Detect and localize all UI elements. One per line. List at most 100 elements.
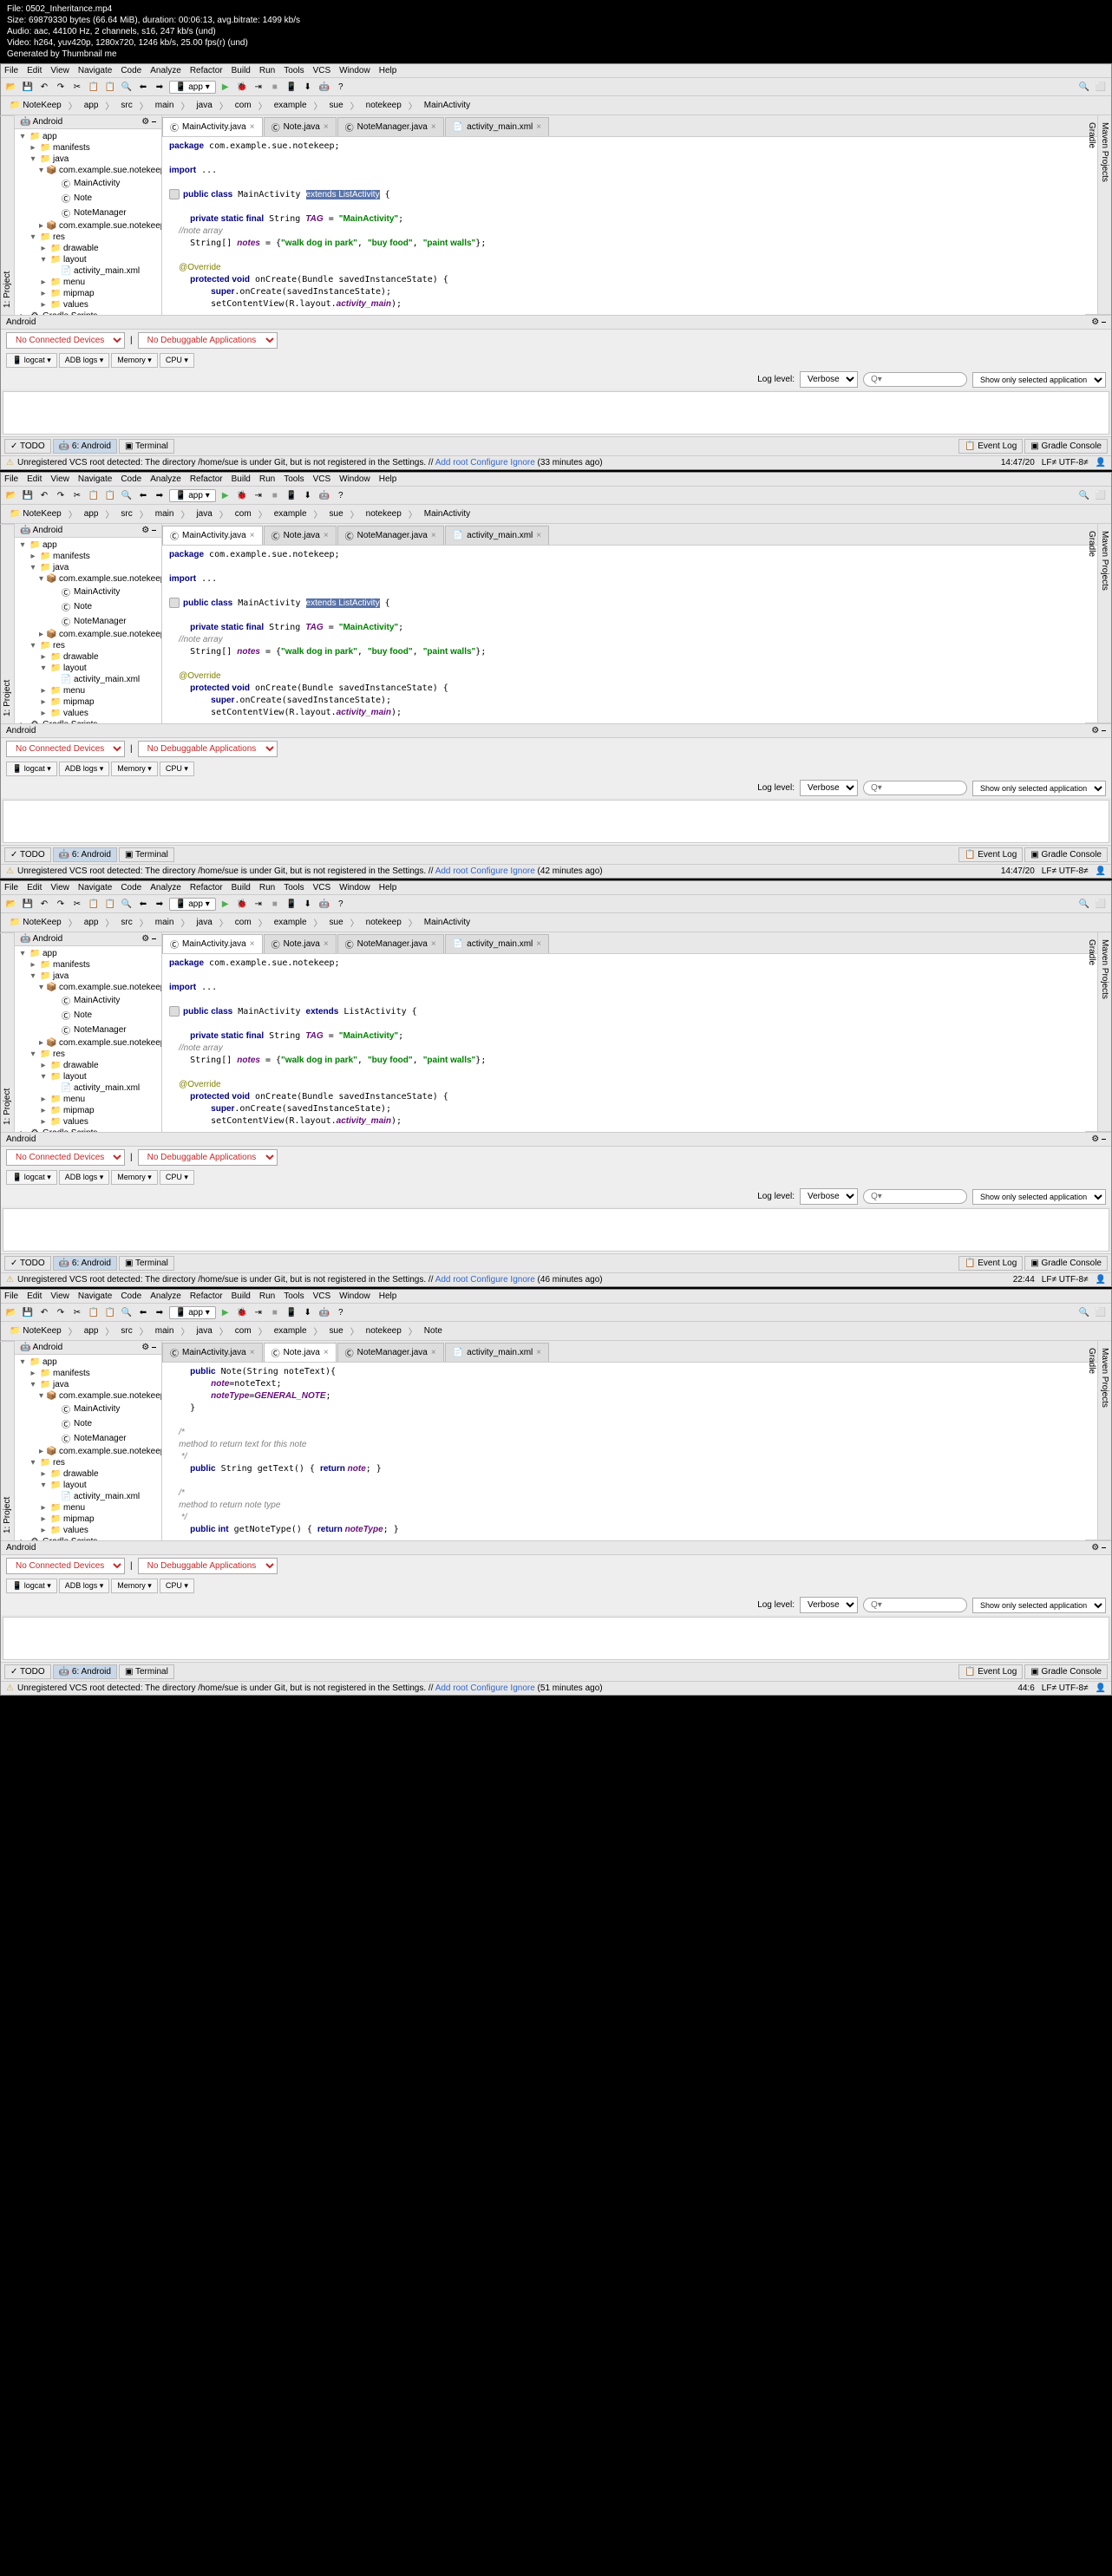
- tree-arrow-icon[interactable]: ▾: [29, 971, 37, 981]
- event-log-tab[interactable]: 📋 Event Log: [958, 1664, 1023, 1679]
- stop-icon[interactable]: ■: [268, 488, 282, 502]
- gear-icon[interactable]: ⚙ ⎯: [141, 117, 156, 127]
- tree-arrow-icon[interactable]: ▸: [39, 300, 48, 310]
- toolbar-icon[interactable]: ↷: [54, 1305, 68, 1319]
- tree-arrow-icon[interactable]: ▾: [29, 563, 37, 572]
- sdk-icon[interactable]: ⬇: [301, 897, 315, 911]
- toolbar-icon[interactable]: 📂: [4, 1305, 18, 1319]
- tree-item[interactable]: ▸ 📁 manifests: [16, 551, 160, 562]
- tree-item[interactable]: ▸ 📁 drawable: [16, 1468, 160, 1480]
- terminal-tab[interactable]: ▣ Terminal: [119, 847, 174, 862]
- close-icon[interactable]: ×: [324, 531, 329, 540]
- tree-item[interactable]: ▾ 📁 layout: [16, 663, 160, 674]
- breadcrumb-item[interactable]: 📁 NoteKeep: [6, 917, 65, 928]
- log-scope-select[interactable]: Show only selected application: [972, 1598, 1106, 1613]
- tree-arrow-icon[interactable]: ▾: [18, 132, 27, 141]
- menu-item[interactable]: Code: [121, 474, 141, 484]
- inspector-icon[interactable]: 👤: [1096, 458, 1106, 467]
- help-icon[interactable]: ?: [334, 897, 348, 911]
- help-icon[interactable]: ?: [334, 488, 348, 502]
- adb-tab[interactable]: ADB logs ▾: [59, 353, 110, 368]
- breadcrumb-item[interactable]: src: [117, 508, 135, 520]
- tool-window-tab[interactable]: Maven Projects: [1098, 932, 1111, 1132]
- tree-arrow-icon[interactable]: ▾: [29, 1049, 37, 1059]
- menu-item[interactable]: View: [50, 66, 69, 75]
- adb-tab[interactable]: 📱 logcat ▾: [6, 762, 57, 776]
- gradle-console-tab[interactable]: ▣ Gradle Console: [1024, 847, 1108, 862]
- toolbar-icon[interactable]: 🔍: [120, 80, 134, 94]
- editor-tab[interactable]: Ⓒ NoteManager.java ×: [337, 526, 444, 545]
- gear-icon[interactable]: ⚙ ⎯: [141, 934, 156, 944]
- close-icon[interactable]: ×: [431, 939, 436, 949]
- run-config-select[interactable]: 📱 app ▾: [169, 898, 216, 911]
- inspector-icon[interactable]: 👤: [1096, 1275, 1106, 1285]
- tool-window-tab[interactable]: 7: Structure: [0, 115, 1, 315]
- menu-item[interactable]: Help: [379, 66, 397, 75]
- tree-arrow-icon[interactable]: ▸: [39, 221, 43, 231]
- menu-item[interactable]: VCS: [313, 883, 331, 892]
- editor-tab[interactable]: Ⓒ MainActivity.java ×: [162, 1343, 263, 1362]
- tree-arrow-icon[interactable]: ▾: [39, 1391, 43, 1401]
- log-level-select[interactable]: Verbose: [800, 1597, 858, 1613]
- tree-item[interactable]: ▸ 📦 com.example.sue.notekeep (androidTes…: [16, 629, 160, 640]
- stop-icon[interactable]: ■: [268, 897, 282, 911]
- breadcrumb-item[interactable]: src: [117, 917, 135, 928]
- todo-tab[interactable]: ✓ TODO: [4, 847, 51, 862]
- override-gutter-icon[interactable]: [169, 598, 180, 608]
- tree-arrow-icon[interactable]: ▾: [39, 1481, 48, 1490]
- run-icon[interactable]: ▶: [219, 488, 232, 502]
- gear-icon[interactable]: ⚙ ⎯: [1091, 317, 1106, 327]
- menu-item[interactable]: Build: [232, 883, 251, 892]
- menu-item[interactable]: Help: [379, 1291, 397, 1301]
- gear-icon[interactable]: ⚙ ⎯: [141, 526, 156, 535]
- tree-item[interactable]: Ⓒ NoteManager: [16, 1431, 160, 1446]
- adb-tab[interactable]: Memory ▾: [111, 1170, 158, 1185]
- global-icon[interactable]: ⬜: [1094, 1305, 1108, 1319]
- tool-window-tab[interactable]: Gradle: [1085, 932, 1098, 1132]
- status-links[interactable]: Add root Configure Ignore: [435, 458, 535, 467]
- code-editor[interactable]: package com.example.sue.notekeep; import…: [162, 137, 1097, 315]
- toolbar-icon[interactable]: ✂: [70, 488, 84, 502]
- tree-item[interactable]: ▾ 📁 app: [16, 1357, 160, 1368]
- tree-item[interactable]: Ⓒ Note: [16, 1416, 160, 1431]
- tree-arrow-icon[interactable]: ▸: [39, 244, 48, 253]
- breadcrumb-item[interactable]: example: [271, 1325, 311, 1337]
- breadcrumb-item[interactable]: example: [271, 508, 311, 520]
- code-editor[interactable]: package com.example.sue.notekeep; import…: [162, 954, 1097, 1132]
- todo-tab[interactable]: ✓ TODO: [4, 1256, 51, 1271]
- tool-window-tab[interactable]: Gradle: [1085, 115, 1098, 315]
- breadcrumb-item[interactable]: notekeep: [363, 1325, 405, 1337]
- tree-arrow-icon[interactable]: ▸: [18, 1128, 27, 1132]
- adb-tab[interactable]: Memory ▾: [111, 762, 158, 776]
- terminal-tab[interactable]: ▣ Terminal: [119, 439, 174, 454]
- log-filter-input[interactable]: [863, 1598, 967, 1612]
- android-tab[interactable]: 🤖 6: Android: [53, 439, 117, 454]
- tree-item[interactable]: ▾ 📦 com.example.sue.notekeep: [16, 1390, 160, 1402]
- close-icon[interactable]: ×: [250, 939, 255, 949]
- menu-item[interactable]: Refactor: [190, 1291, 223, 1301]
- tree-arrow-icon[interactable]: ▸: [39, 1447, 43, 1456]
- tree-item[interactable]: ▸ ⚙ Gradle Scripts: [16, 311, 160, 315]
- tree-item[interactable]: ▸ 📁 values: [16, 299, 160, 311]
- android-tab[interactable]: 🤖 6: Android: [53, 847, 117, 862]
- tree-item[interactable]: ▾ 📦 com.example.sue.notekeep: [16, 573, 160, 585]
- tree-arrow-icon[interactable]: ▸: [29, 143, 37, 153]
- toolbar-icon[interactable]: ➡: [153, 1305, 167, 1319]
- tree-item[interactable]: ▾ 📦 com.example.sue.notekeep: [16, 982, 160, 993]
- stop-icon[interactable]: ■: [268, 80, 282, 94]
- log-scope-select[interactable]: Show only selected application: [972, 1189, 1106, 1205]
- warning-icon[interactable]: ⚠: [6, 458, 14, 467]
- toolbar-icon[interactable]: ↷: [54, 80, 68, 94]
- menu-item[interactable]: VCS: [313, 1291, 331, 1301]
- global-icon[interactable]: ⬜: [1094, 80, 1108, 94]
- todo-tab[interactable]: ✓ TODO: [4, 1664, 51, 1679]
- breadcrumb-item[interactable]: sue: [326, 508, 347, 520]
- log-filter-input[interactable]: [863, 781, 967, 795]
- tree-arrow-icon[interactable]: ▾: [39, 166, 43, 175]
- tree-item[interactable]: ▸ 📁 mipmap: [16, 1514, 160, 1525]
- tree-item[interactable]: ▾ 📁 java: [16, 971, 160, 982]
- gear-icon[interactable]: ⚙ ⎯: [1091, 1543, 1106, 1553]
- breadcrumb-item[interactable]: MainActivity: [421, 508, 474, 520]
- debug-icon[interactable]: 🐞: [235, 80, 249, 94]
- toolbar-icon[interactable]: 💾: [21, 80, 35, 94]
